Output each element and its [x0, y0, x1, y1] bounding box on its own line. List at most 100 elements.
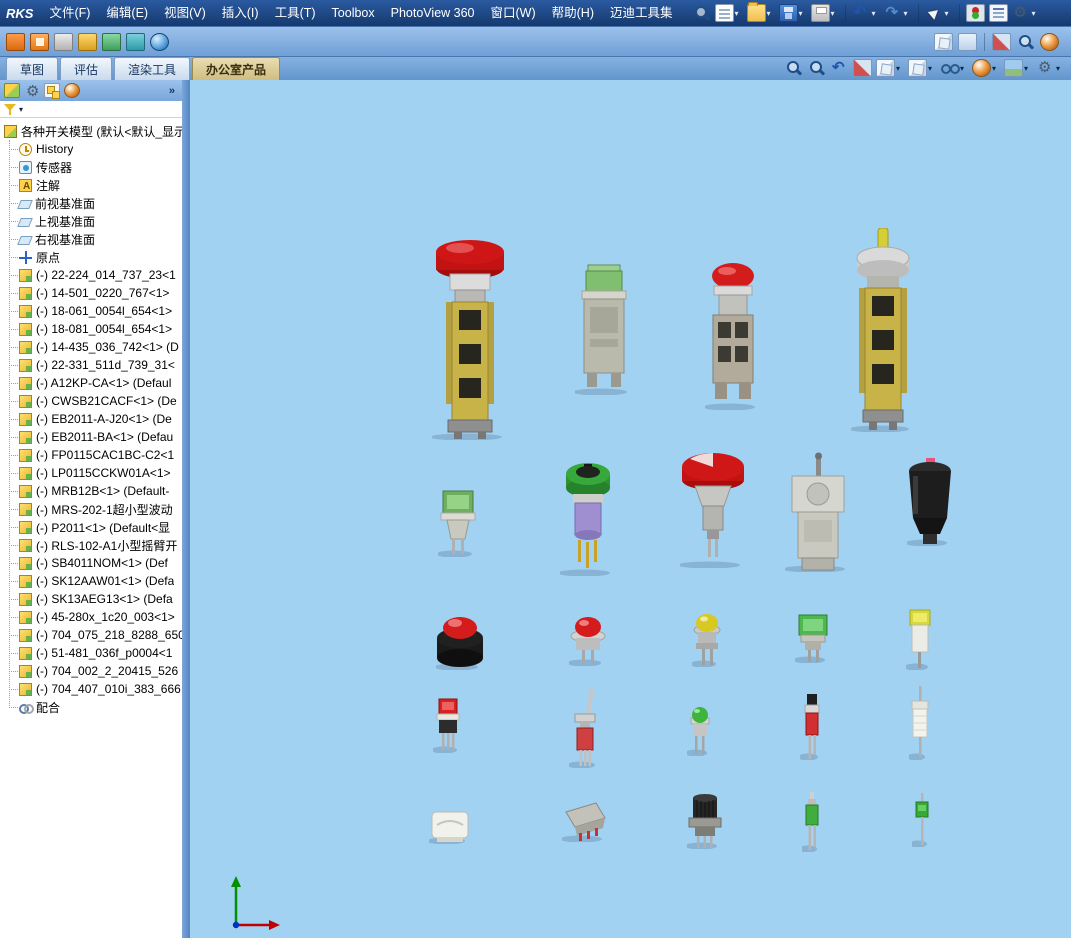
featuremanager-tab[interactable]	[3, 82, 21, 99]
publish-icon[interactable]	[810, 3, 840, 23]
dropdown-caret-icon[interactable]	[945, 9, 953, 18]
menu-item[interactable]: PhotoView 360	[383, 0, 483, 26]
tree-item[interactable]: (-) 704_075_218_8288_650	[2, 626, 182, 644]
model-green-mini-toggle[interactable]	[802, 792, 822, 852]
undo-icon[interactable]	[851, 3, 881, 23]
tab-render-tools[interactable]: 渲染工具	[114, 57, 191, 80]
model-panel-toggle-switch-block[interactable]	[785, 452, 851, 572]
rebuild-icon[interactable]	[965, 3, 986, 23]
tree-item[interactable]: (-) RLS-102-A1小型摇臂开	[2, 536, 182, 554]
displaymanager-tab[interactable]	[63, 82, 81, 99]
tree-item[interactable]: History	[2, 140, 182, 158]
assembly-features-icon[interactable]	[933, 32, 954, 52]
standard-parts-icon[interactable]	[29, 32, 50, 52]
model-green-rotary-selector[interactable]	[560, 458, 616, 576]
model-yellow-round-indicator[interactable]	[692, 611, 722, 667]
model-emergency-stop-button-large[interactable]	[432, 238, 508, 440]
model-black-knob-pink-marker[interactable]	[907, 458, 953, 546]
tree-item[interactable]: 右视基准面	[2, 230, 182, 248]
tree-item[interactable]: (-) CWSB21CACF<1> (De	[2, 392, 182, 410]
tree-item[interactable]: 前视基准面	[2, 194, 182, 212]
filter-funnel-icon[interactable]	[3, 103, 17, 116]
dropdown-caret-icon[interactable]	[1032, 9, 1040, 18]
propertymanager-tab[interactable]	[23, 82, 41, 100]
file-properties-icon[interactable]	[988, 3, 1009, 23]
menu-item[interactable]: 工具(T)	[267, 0, 324, 26]
model-metal-toggle-switch[interactable]	[569, 688, 601, 768]
tree-item[interactable]: (-) A12KP-CA<1> (Defaul	[2, 374, 182, 392]
model-black-rotary-encoder[interactable]	[687, 793, 723, 849]
dropdown-caret-icon[interactable]	[1056, 64, 1064, 73]
tab-office-products[interactable]: 办公室产品	[192, 57, 281, 80]
tree-item[interactable]: (-) 22-331_511d_739_31<	[2, 356, 182, 374]
menu-item[interactable]: 插入(I)	[214, 0, 267, 26]
tree-item[interactable]: (-) LP0115CCKW01A<1>	[2, 464, 182, 482]
select-arrow-icon[interactable]	[924, 3, 954, 23]
panel-splitter[interactable]	[182, 80, 190, 938]
tree-item[interactable]: (-) FP0115CAC1BC-C2<1	[2, 446, 182, 464]
online-resources-icon[interactable]	[149, 32, 170, 52]
model-red-round-button-unit[interactable]	[705, 258, 761, 410]
open-icon[interactable]	[746, 2, 776, 23]
tree-item[interactable]: (-) SK12AAW01<1> (Defa	[2, 572, 182, 590]
edit-appearance-icon[interactable]	[971, 58, 1001, 78]
model-white-cylindrical-indicator[interactable]	[909, 686, 931, 760]
tree-item[interactable]: (-) SB4011NOM<1> (Def	[2, 554, 182, 572]
dropdown-caret-icon[interactable]	[896, 64, 904, 73]
model-green-square-indicator[interactable]	[795, 611, 831, 663]
tree-item[interactable]: 各种开关模型 (默认<默认_显示	[2, 122, 182, 140]
apply-scene-icon[interactable]	[1003, 58, 1033, 78]
model-green-tact-switch[interactable]	[912, 793, 932, 847]
tree-item[interactable]: 上视基准面	[2, 212, 182, 230]
model-yellow-square-indicator[interactable]	[906, 608, 934, 670]
tree-item[interactable]: (-) MRS-202-1超小型波动	[2, 500, 182, 518]
tree-item[interactable]: 传感器	[2, 158, 182, 176]
tree-item[interactable]: (-) MRB12B<1> (Default-	[2, 482, 182, 500]
menu-item[interactable]: 迈迪工具集	[602, 0, 681, 26]
menu-item[interactable]: 视图(V)	[156, 0, 214, 26]
save-icon[interactable]	[778, 3, 808, 23]
dropdown-caret-icon[interactable]	[767, 9, 775, 18]
feature-tree-filter[interactable]	[0, 101, 182, 118]
model-red-slide-switch[interactable]	[800, 694, 824, 760]
bearing-design-icon[interactable]	[77, 32, 98, 52]
model-gray-micro-switch[interactable]	[562, 800, 608, 842]
dropdown-caret-icon[interactable]	[872, 9, 880, 18]
tree-item[interactable]: (-) 14-435_036_742<1> (D	[2, 338, 182, 356]
tree-item[interactable]: (-) 704_407_010i_383_666	[2, 680, 182, 698]
menu-item[interactable]: 窗口(W)	[483, 0, 544, 26]
dropdown-caret-icon[interactable]	[904, 9, 912, 18]
mass-properties-icon[interactable]	[1039, 32, 1060, 52]
model-yellow-selector-switch-unit[interactable]	[851, 228, 915, 432]
exploded-view-icon[interactable]	[957, 32, 978, 52]
measure-icon[interactable]	[1015, 32, 1036, 52]
dropdown-caret-icon[interactable]	[928, 64, 936, 73]
tree-item[interactable]: (-) 14-501_0220_767<1>	[2, 284, 182, 302]
new-document-icon[interactable]	[714, 3, 744, 23]
tree-item[interactable]: (-) 22-224_014_737_23<1	[2, 266, 182, 284]
tree-item[interactable]: (-) P2011<1> (Default<显	[2, 518, 182, 536]
tree-item[interactable]: 配合	[2, 698, 182, 716]
tree-item[interactable]: (-) SK13AEG13<1> (Defa	[2, 590, 182, 608]
dropdown-caret-icon[interactable]	[992, 64, 1000, 73]
model-green-square-button-unit[interactable]	[575, 263, 633, 395]
viewport-canvas[interactable]	[190, 80, 1071, 938]
interference-detection-icon[interactable]	[991, 32, 1012, 52]
model-red-button-black-bezel[interactable]	[436, 612, 484, 670]
options-icon[interactable]	[1011, 3, 1041, 23]
menu-item[interactable]: 帮助(H)	[544, 0, 602, 26]
tab-evaluate[interactable]: 评估	[60, 57, 113, 80]
configurationmanager-tab[interactable]	[43, 82, 61, 99]
model-white-rocker-switch[interactable]	[429, 808, 471, 844]
motor-selection-icon[interactable]	[125, 32, 146, 52]
tree-item[interactable]: (-) 18-081_0054l_654<1>	[2, 320, 182, 338]
dropdown-caret-icon[interactable]	[831, 9, 839, 18]
menu-item[interactable]: Toolbox	[324, 0, 383, 26]
dropdown-caret-icon[interactable]	[735, 9, 743, 18]
tree-item[interactable]: 注解	[2, 176, 182, 194]
tree-item[interactable]: 原点	[2, 248, 182, 266]
filter-caret-icon[interactable]	[19, 105, 27, 114]
madi-library-icon[interactable]	[5, 32, 26, 52]
view-orientation-icon[interactable]	[875, 58, 905, 78]
panel-overflow-chevron[interactable]: »	[169, 85, 179, 97]
